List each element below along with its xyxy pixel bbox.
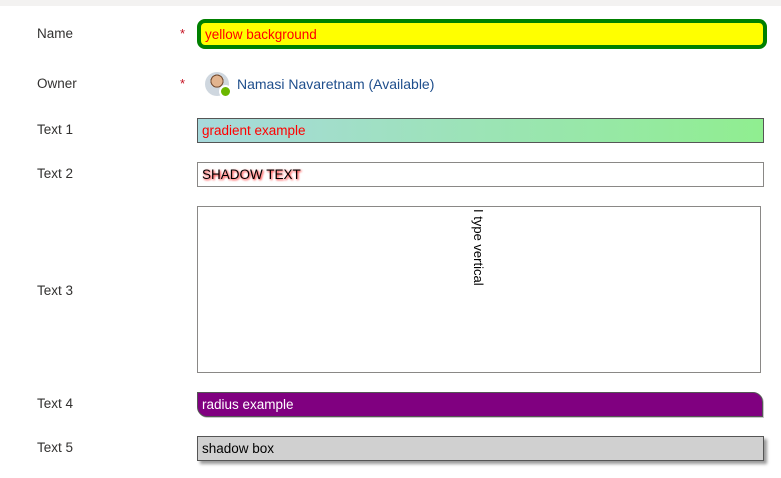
- top-bar: [0, 0, 781, 6]
- text4-field[interactable]: radius example: [197, 392, 763, 417]
- text3-field-value: I type vertical: [471, 209, 486, 286]
- name-required-marker: *: [180, 26, 186, 41]
- text3-textarea[interactable]: I type vertical: [197, 206, 761, 373]
- text1-field[interactable]: gradient example: [197, 118, 764, 143]
- owner-name-link[interactable]: Namasi Navaretnam (Available): [237, 76, 434, 92]
- owner-lookup[interactable]: Namasi Navaretnam (Available): [205, 71, 434, 98]
- name-label: Name: [37, 26, 74, 41]
- text1-label: Text 1: [37, 122, 74, 137]
- text4-label: Text 4: [37, 396, 74, 411]
- owner-required-marker: *: [180, 76, 186, 91]
- owner-label: Owner: [37, 76, 77, 91]
- text4-field-value: radius example: [202, 397, 294, 412]
- text2-label: Text 2: [37, 166, 74, 181]
- text1-field-value: gradient example: [202, 123, 306, 138]
- text3-label: Text 3: [37, 283, 74, 298]
- presence-available-icon: [219, 85, 232, 98]
- text5-field[interactable]: shadow box: [197, 436, 764, 461]
- user-avatar-icon[interactable]: [205, 72, 232, 98]
- name-field[interactable]: yellow background: [197, 19, 767, 49]
- text2-field-value: SHADOW TEXT: [202, 167, 301, 182]
- text5-field-value: shadow box: [202, 441, 275, 456]
- text2-field[interactable]: SHADOW TEXT: [197, 162, 764, 187]
- name-field-value: yellow background: [205, 26, 317, 42]
- text5-label: Text 5: [37, 440, 74, 455]
